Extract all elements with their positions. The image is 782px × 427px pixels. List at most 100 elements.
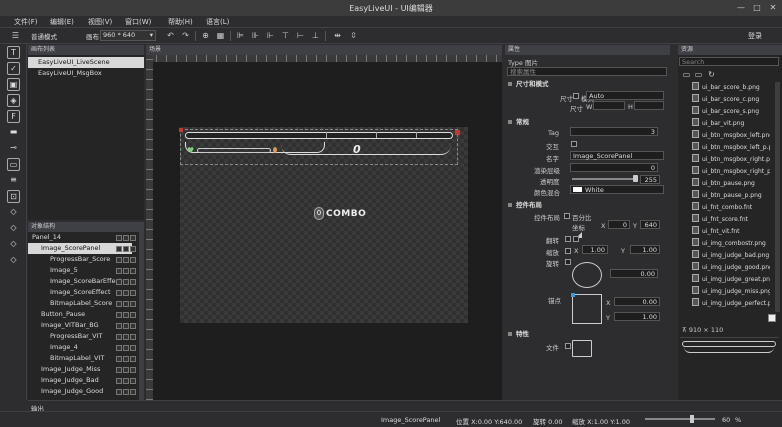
resource-file[interactable]: ui_btn_msgbox_left_p.pn (692, 142, 770, 153)
resource-search-input[interactable]: Search (679, 57, 779, 66)
anchor-grid[interactable] (572, 294, 602, 324)
resource-file[interactable]: ui_img_judge_perfect.pr (692, 298, 770, 309)
color-select[interactable]: White (570, 185, 664, 194)
distribute-v-icon[interactable]: ⇳ (348, 30, 359, 41)
menu-view[interactable]: 视图(V) (88, 17, 112, 27)
image-widget-icon[interactable]: ▣ (7, 78, 20, 91)
lock-toggle[interactable] (123, 323, 129, 329)
lock-toggle[interactable] (123, 235, 129, 241)
visibility-toggle[interactable] (116, 268, 122, 274)
lock-toggle[interactable] (123, 312, 129, 318)
select-toggle[interactable] (130, 378, 136, 384)
tag-widget-icon[interactable]: ◈ (7, 94, 20, 107)
score-panel-selection[interactable]: ♥ 0 (179, 128, 460, 165)
slider-widget-icon[interactable]: ⊸ (7, 142, 20, 155)
pause-button[interactable] (273, 147, 277, 153)
select-toggle[interactable] (130, 301, 136, 307)
checkbox-widget-icon[interactable]: ✓ (7, 62, 20, 75)
select-toggle[interactable] (130, 235, 136, 241)
size-section-header[interactable]: 尺寸和模式 (505, 79, 667, 89)
undo-icon[interactable]: ↶ (165, 30, 176, 41)
resource-file[interactable]: ui_img_judge_good.png (692, 262, 770, 273)
canvas-size-select[interactable]: 960 * 640 ▾ (100, 30, 156, 41)
canvas-list-item[interactable]: EasyLiveUI_MsgBox (28, 68, 144, 79)
layout-section-header[interactable]: 控件布局 (505, 200, 667, 210)
visibility-toggle[interactable] (116, 345, 122, 351)
select-toggle[interactable] (130, 356, 136, 362)
resource-file[interactable]: ui_btn_msgbox_right_p. (692, 166, 770, 177)
position-x-input[interactable]: 0 (608, 220, 630, 229)
scale-x-input[interactable]: 1.00 (582, 245, 608, 254)
resource-file[interactable]: ui_img_combostr.png (692, 238, 770, 249)
select-toggle[interactable] (130, 312, 136, 318)
mode-select[interactable]: Auto (586, 91, 664, 100)
visibility-toggle[interactable] (116, 257, 122, 263)
lock-toggle[interactable] (123, 345, 129, 351)
resource-file[interactable]: ui_bar_score_c.png (692, 94, 770, 105)
tag-input[interactable]: 3 (570, 127, 658, 136)
resource-file[interactable]: ui_fnt_vit.fnt (692, 226, 770, 237)
scale-y-input[interactable]: 1.00 (630, 245, 660, 254)
align-center-icon[interactable]: ⊪ (250, 30, 261, 41)
flip-y-checkbox[interactable] (573, 236, 579, 242)
text-widget-icon[interactable]: T (7, 46, 20, 59)
scale-lock-checkbox[interactable] (565, 248, 571, 254)
menu-icon[interactable]: ☰ (10, 30, 21, 41)
mode-select[interactable]: 普通模式 (31, 31, 57, 41)
visibility-toggle[interactable] (116, 378, 122, 384)
zoom-slider[interactable] (645, 418, 715, 420)
menu-language[interactable]: 语言(L) (206, 17, 229, 27)
close-icon[interactable]: ✕ (766, 1, 780, 14)
refresh-icon[interactable]: ↻ (706, 69, 717, 80)
grid-icon[interactable]: ▦ (215, 30, 226, 41)
resource-thumb-toggle[interactable] (768, 314, 776, 322)
resource-file[interactable]: ui_bar_score_b.png (692, 82, 770, 93)
lock-toggle[interactable] (123, 378, 129, 384)
lock-toggle[interactable] (123, 290, 129, 296)
menu-help[interactable]: 帮助(H) (168, 17, 193, 27)
visibility-toggle[interactable] (116, 290, 122, 296)
visibility-toggle[interactable] (116, 312, 122, 318)
align-bottom-icon[interactable]: ⊥ (310, 30, 321, 41)
anchor-x-input[interactable]: 0.00 (614, 297, 660, 306)
menu-edit[interactable]: 编辑(E) (50, 17, 74, 27)
resource-file[interactable]: ui_btn_pause_p.png (692, 190, 770, 201)
zoom-slider-handle[interactable] (690, 415, 694, 423)
login-button[interactable]: 登录 (748, 31, 762, 41)
resource-file[interactable]: ui_btn_msgbox_right.pn (692, 154, 770, 165)
rotation-dial[interactable] (572, 262, 602, 288)
new-folder-icon[interactable]: ▭ (693, 69, 704, 80)
select-toggle[interactable] (130, 290, 136, 296)
menu-file[interactable]: 文件(F) (14, 17, 38, 27)
resource-file[interactable]: ui_btn_msgbox_left.png (692, 130, 770, 141)
visibility-toggle[interactable] (116, 367, 122, 373)
redo-icon[interactable]: ↷ (180, 30, 191, 41)
opacity-slider-handle[interactable] (633, 175, 638, 182)
resource-file[interactable]: ui_btn_pause.png (692, 178, 770, 189)
resource-file[interactable]: ui_bar_score_s.png (692, 106, 770, 117)
layout-checkbox[interactable] (564, 213, 570, 219)
lock-toggle[interactable] (123, 257, 129, 263)
font-widget-icon[interactable]: F (7, 110, 20, 123)
file-preview-thumbnail[interactable] (572, 340, 592, 357)
lock-toggle[interactable] (123, 246, 129, 252)
visibility-toggle[interactable] (116, 334, 122, 340)
features-section-header[interactable]: 特性 (505, 329, 667, 339)
resource-file[interactable]: ui_fnt_score.fnt (692, 214, 770, 225)
visibility-toggle[interactable] (116, 356, 122, 362)
select-toggle[interactable] (130, 389, 136, 395)
anchor-handle[interactable] (179, 128, 183, 132)
layer2-widget-icon[interactable]: ◇ (7, 222, 20, 235)
canvas-list-item[interactable]: EasyLiveUI_LiveScene (28, 57, 144, 68)
select-toggle[interactable] (130, 257, 136, 263)
flip-x-checkbox[interactable] (565, 236, 571, 242)
width-input[interactable] (593, 101, 625, 110)
height-input[interactable] (634, 101, 664, 110)
resource-scrollbar[interactable] (775, 82, 780, 312)
select-toggle[interactable] (130, 345, 136, 351)
lock-toggle[interactable] (123, 389, 129, 395)
lock-toggle[interactable] (123, 334, 129, 340)
align-top-icon[interactable]: ⊤ (280, 30, 291, 41)
resource-file[interactable]: ui_img_judge_miss.png (692, 286, 770, 297)
position-y-input[interactable]: 640 (640, 220, 660, 229)
